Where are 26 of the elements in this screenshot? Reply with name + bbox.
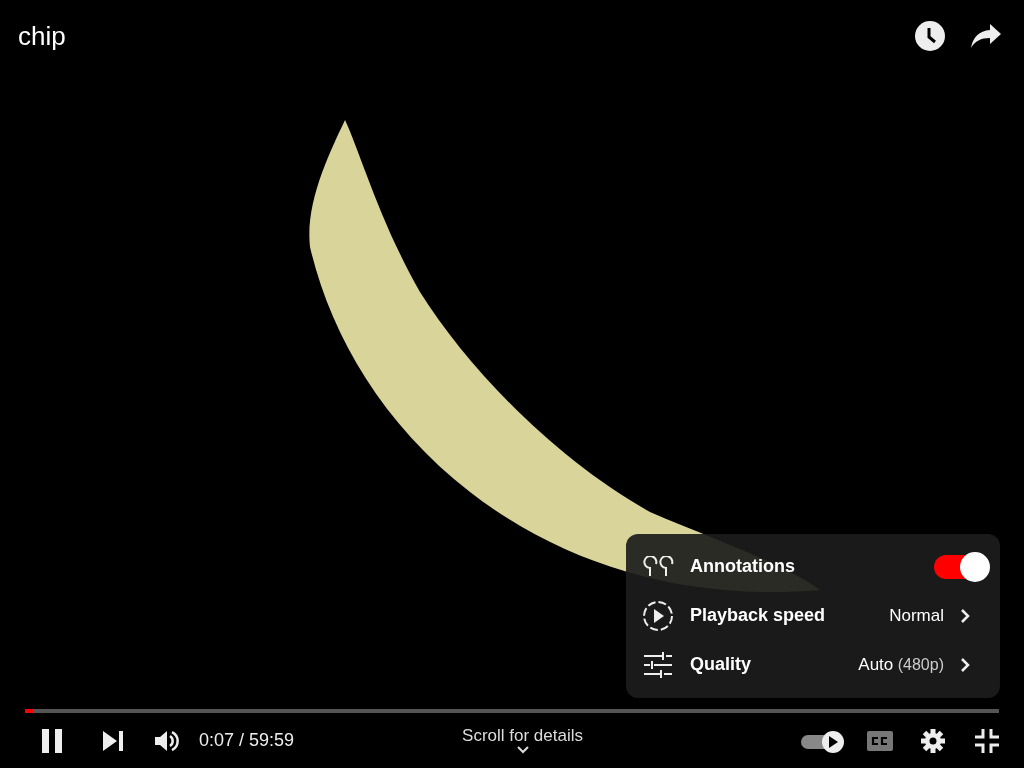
menu-item-value: Normal [889, 604, 944, 627]
playback-speed-icon [642, 599, 674, 632]
pause-icon[interactable] [41, 728, 63, 753]
volume-icon[interactable] [155, 729, 179, 752]
menu-item-label: Annotations [690, 555, 795, 578]
quote-icon [642, 555, 674, 578]
watch-later-clock-icon[interactable] [914, 20, 946, 52]
exit-fullscreen-icon[interactable] [975, 728, 999, 753]
next-icon[interactable] [103, 730, 123, 751]
sliders-icon [643, 651, 673, 678]
share-arrow-icon[interactable] [970, 23, 1002, 49]
settings-menu-item[interactable]: Playback speed Normal [626, 591, 1000, 640]
chevron-down-icon [516, 745, 529, 754]
toggle-switch[interactable] [934, 554, 988, 579]
time-display: 0:07 / 59:59 [199, 729, 295, 752]
chevron-right-icon [960, 607, 970, 624]
scroll-hint: Scroll for details [462, 727, 583, 746]
autoplay-toggle[interactable] [801, 729, 845, 752]
menu-item-value: Auto (480p) [858, 653, 944, 676]
menu-item-label: Quality [690, 653, 751, 676]
chevron-right-icon [960, 656, 970, 673]
video-title: chip [18, 19, 66, 53]
menu-item-label: Playback speed [690, 604, 826, 627]
settings-menu-item[interactable]: Quality Auto (480p) [626, 640, 1000, 689]
settings-menu-item[interactable]: Annotations [626, 542, 1000, 591]
settings-icon[interactable] [921, 728, 945, 753]
